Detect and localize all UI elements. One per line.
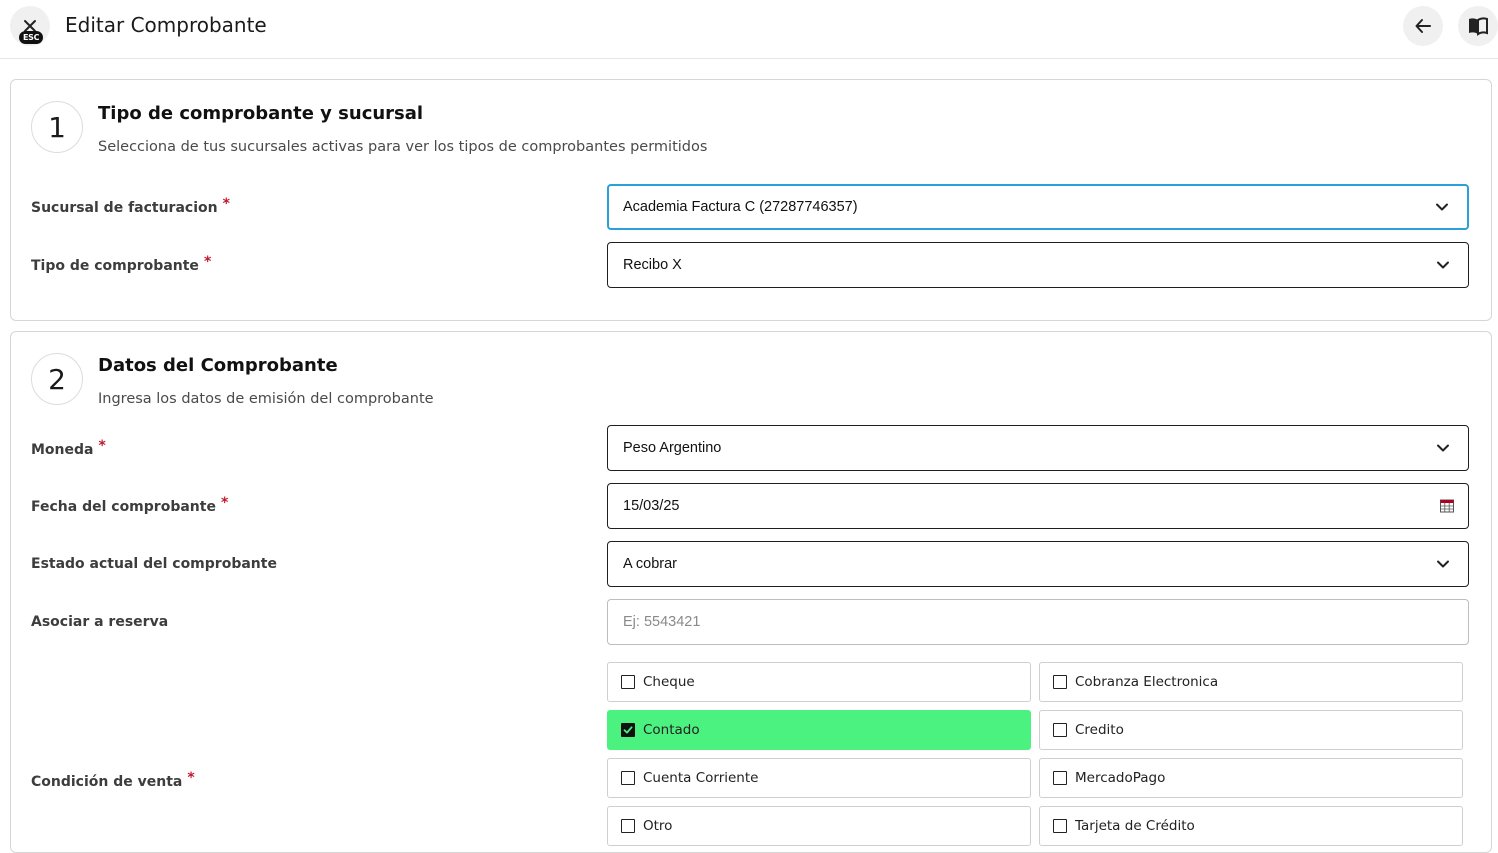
- option-label: Cobranza Electronica: [1075, 674, 1219, 690]
- option-label: Cuenta Corriente: [643, 770, 759, 786]
- required-mark: *: [187, 770, 195, 786]
- tipo-label: Tipo de comprobante *: [31, 254, 211, 274]
- checkbox[interactable]: [621, 771, 635, 785]
- required-mark: *: [98, 438, 106, 454]
- reserva-label-text: Asociar a reserva: [31, 614, 169, 630]
- tipo-comprobante-select[interactable]: Recibo X: [607, 242, 1469, 288]
- section-title: Tipo de comprobante y sucursal: [98, 103, 424, 124]
- condicion-option-otro[interactable]: Otro: [607, 806, 1031, 846]
- checkbox[interactable]: [1053, 771, 1067, 785]
- estado-label-text: Estado actual del comprobante: [31, 556, 277, 572]
- book-open-icon: [1469, 17, 1488, 36]
- section-title: Datos del Comprobante: [98, 355, 338, 376]
- checkbox[interactable]: [1053, 723, 1067, 737]
- section-subtitle: Selecciona de tus sucursales activas par…: [98, 139, 708, 155]
- estado-value: A cobrar: [623, 556, 677, 572]
- calendar-icon: [1440, 499, 1454, 513]
- help-button[interactable]: [1458, 6, 1498, 46]
- option-label: Tarjeta de Crédito: [1075, 818, 1195, 834]
- estado-label: Estado actual del comprobante: [31, 556, 277, 572]
- required-mark: *: [222, 196, 230, 212]
- condicion-option-cheque[interactable]: Cheque: [607, 662, 1031, 702]
- required-mark: *: [203, 254, 212, 270]
- back-button[interactable]: [1403, 6, 1443, 46]
- fecha-input[interactable]: 15/03/25: [607, 483, 1469, 529]
- chevron-down-icon: [1437, 560, 1449, 568]
- chevron-down-icon: [1437, 444, 1449, 452]
- moneda-select[interactable]: Peso Argentino: [607, 425, 1469, 471]
- reserva-input[interactable]: Ej: 5543421: [607, 599, 1469, 645]
- calendar-button[interactable]: [1440, 499, 1454, 513]
- moneda-label-text: Moneda: [31, 442, 94, 458]
- fecha-label-text: Fecha del comprobante: [31, 499, 216, 515]
- option-label: Contado: [643, 722, 700, 738]
- option-label: Credito: [1075, 722, 1124, 738]
- condicion-venta-label: Condición de venta *: [31, 770, 195, 790]
- sucursal-value: Academia Factura C (27287746357): [623, 199, 858, 215]
- option-label: Cheque: [643, 674, 695, 690]
- condicion-option-tarjeta-credito[interactable]: Tarjeta de Crédito: [1039, 806, 1463, 846]
- page-title: Editar Comprobante: [65, 13, 267, 37]
- condicion-label-text: Condición de venta: [31, 774, 183, 790]
- fecha-label: Fecha del comprobante *: [31, 495, 228, 515]
- checkbox[interactable]: [1053, 819, 1067, 833]
- checkbox-checked[interactable]: [621, 723, 635, 737]
- condicion-option-mercadopago[interactable]: MercadoPago: [1039, 758, 1463, 798]
- checkmark-icon: [623, 726, 633, 734]
- moneda-value: Peso Argentino: [623, 440, 722, 456]
- estado-select[interactable]: A cobrar: [607, 541, 1469, 587]
- option-label: MercadoPago: [1075, 770, 1166, 786]
- condicion-option-contado[interactable]: Contado: [607, 710, 1031, 750]
- fecha-value: 15/03/25: [623, 498, 680, 514]
- reserva-placeholder: Ej: 5543421: [623, 614, 701, 630]
- sucursal-select[interactable]: Academia Factura C (27287746357): [607, 184, 1469, 230]
- checkbox[interactable]: [621, 675, 635, 689]
- condicion-option-cuenta-corriente[interactable]: Cuenta Corriente: [607, 758, 1031, 798]
- required-mark: *: [220, 495, 229, 511]
- reserva-label: Asociar a reserva: [31, 614, 168, 630]
- arrow-left-icon: [1415, 19, 1431, 33]
- tipo-value: Recibo X: [623, 257, 682, 273]
- moneda-label: Moneda *: [31, 438, 106, 458]
- checkbox[interactable]: [621, 819, 635, 833]
- tipo-label-text: Tipo de comprobante: [31, 258, 199, 274]
- sucursal-label: Sucursal de facturacion *: [31, 196, 230, 216]
- sucursal-label-text: Sucursal de facturacion: [31, 200, 218, 216]
- chevron-down-icon: [1436, 203, 1448, 211]
- chevron-down-icon: [1437, 261, 1449, 269]
- top-bar: ESC Editar Comprobante: [0, 0, 1498, 59]
- checkbox[interactable]: [1053, 675, 1067, 689]
- condicion-option-cobranza-electronica[interactable]: Cobranza Electronica: [1039, 662, 1463, 702]
- section-subtitle: Ingresa los datos de emisión del comprob…: [98, 391, 434, 407]
- step-number: 1: [31, 101, 83, 153]
- condicion-option-credito[interactable]: Credito: [1039, 710, 1463, 750]
- option-label: Otro: [643, 818, 673, 834]
- esc-badge: ESC: [19, 31, 44, 44]
- step-number: 2: [31, 353, 83, 405]
